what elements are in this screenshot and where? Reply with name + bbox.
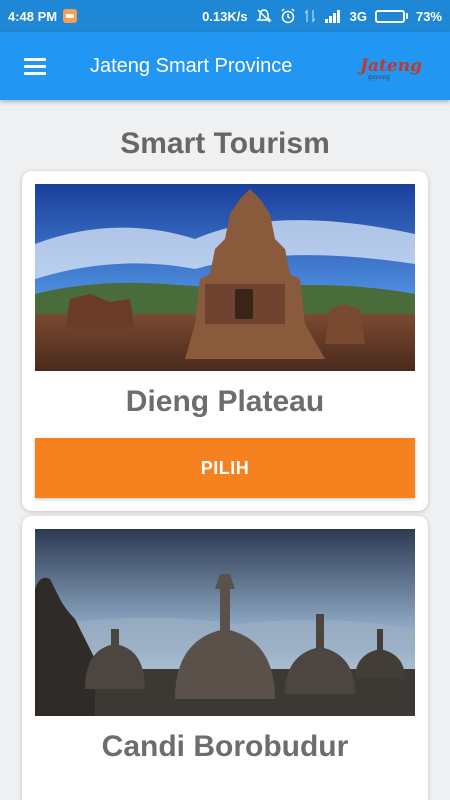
network-speed: 0.13K/s [202,8,248,24]
alarm-icon [280,8,296,24]
mute-icon [255,8,272,24]
data-transfer-icon [304,8,316,24]
battery-percent: 73% [415,8,442,24]
status-left: 4:48 PM [8,8,78,24]
menu-line [24,71,46,75]
destination-card: Candi Borobudur [22,516,428,800]
app-title: Jateng Smart Province [90,54,293,77]
destination-name: Candi Borobudur [101,730,349,763]
jateng-logo: Jateng gayeng [360,56,422,81]
app-bar: Jateng Smart Province Jateng gayeng [0,32,450,100]
notification-badge-icon [63,9,78,23]
menu-line [24,57,46,61]
status-right: 0.13K/s 3G 73% [202,8,442,24]
battery-icon [374,9,408,23]
page-title: Smart Tourism [120,127,330,160]
choose-button[interactable]: PILIH [35,438,415,498]
destination-name: Dieng Plateau [125,385,325,418]
signal-icon [324,9,342,23]
main-content[interactable]: Smart Tourism Dieng Plateau PILIH Candi … [0,100,450,800]
battery-body [374,9,405,23]
battery-tip [405,13,408,19]
destination-card: Dieng Plateau PILIH [22,171,428,511]
logo-text: Jateng [360,56,422,76]
temple-photo [35,184,415,371]
stupa-photo [35,529,415,716]
hamburger-menu-icon[interactable] [0,32,70,100]
logo-subtext: gayeng [368,74,391,81]
menu-line [24,64,46,68]
status-time: 4:48 PM [8,8,58,24]
network-type: 3G [349,8,367,24]
status-bar: 4:48 PM 0.13K/s 3G 73% [0,0,450,32]
